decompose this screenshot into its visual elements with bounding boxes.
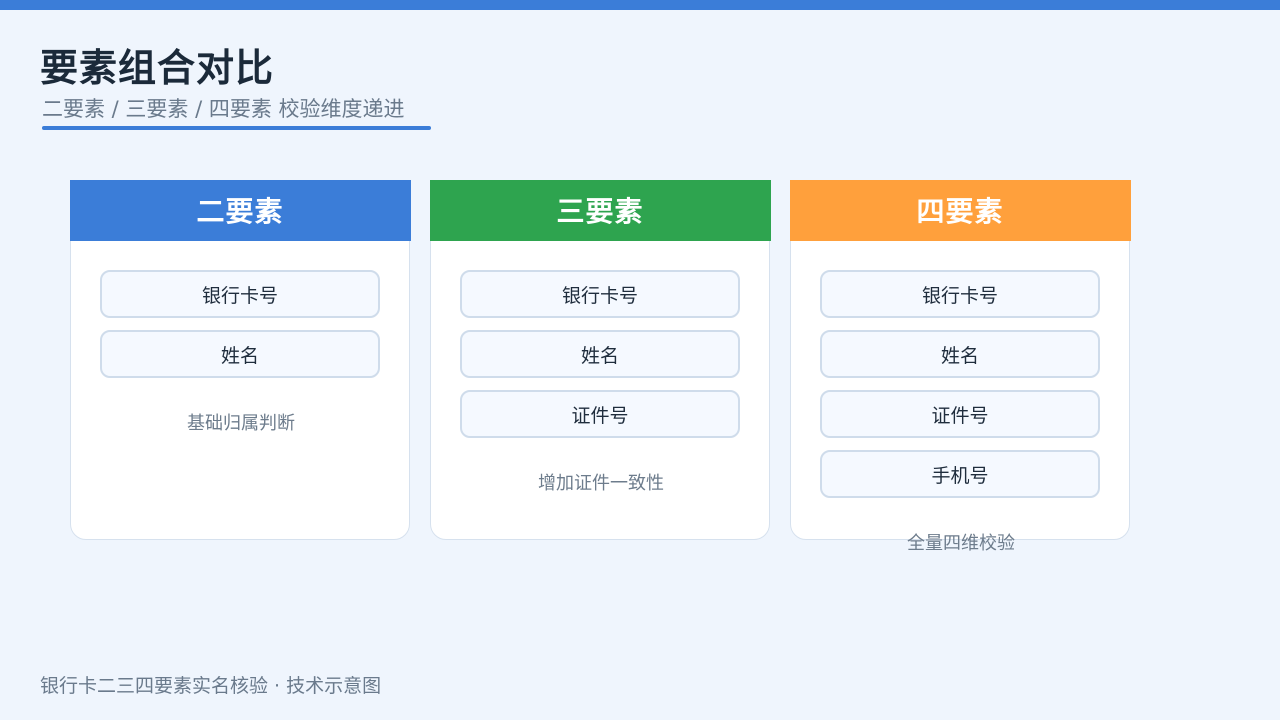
- element-id-number: 证件号: [820, 390, 1100, 438]
- card-three-factor: 三要素 银行卡号 姓名 证件号 增加证件一致性: [429, 179, 771, 540]
- card-header: 三要素: [429, 179, 771, 241]
- element-bank-card-number: 银行卡号: [820, 270, 1100, 318]
- element-phone-number: 手机号: [820, 450, 1100, 498]
- top-accent-bar: [0, 0, 1280, 10]
- page-subtitle: 二要素 / 三要素 / 四要素 校验维度递进: [42, 97, 405, 121]
- card-header: 四要素: [789, 179, 1131, 241]
- card-note: 基础归属判断: [187, 413, 295, 434]
- page-title: 要素组合对比: [40, 46, 275, 90]
- card-note: 全量四维校验: [907, 533, 1015, 554]
- card-header: 二要素: [69, 179, 411, 241]
- element-id-number: 证件号: [460, 390, 740, 438]
- element-name: 姓名: [100, 330, 380, 378]
- subtitle-underline: [42, 126, 431, 130]
- card-two-factor: 二要素 银行卡号 姓名 基础归属判断: [69, 179, 411, 540]
- element-name: 姓名: [820, 330, 1100, 378]
- element-name: 姓名: [460, 330, 740, 378]
- element-bank-card-number: 银行卡号: [460, 270, 740, 318]
- footer-caption: 银行卡二三四要素实名核验 · 技术示意图: [40, 675, 382, 697]
- element-bank-card-number: 银行卡号: [100, 270, 380, 318]
- card-note: 增加证件一致性: [538, 473, 664, 494]
- card-four-factor: 四要素 银行卡号 姓名 证件号 手机号 全量四维校验: [789, 179, 1131, 554]
